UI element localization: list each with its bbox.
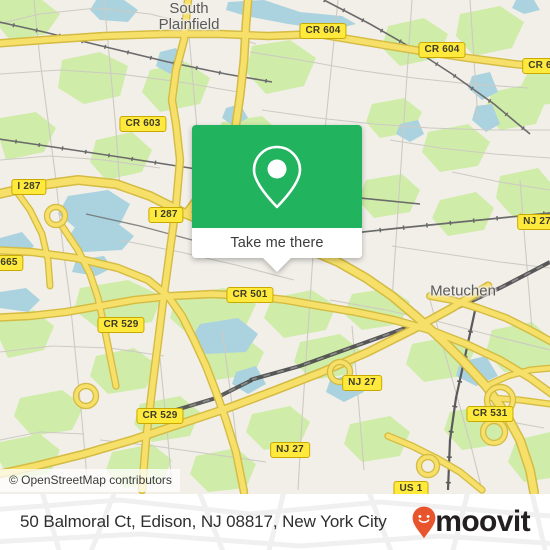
road-shield-cr604-a: CR 604 (299, 23, 347, 39)
openstreetmap-attribution[interactable]: © OpenStreetMap contributors (0, 469, 180, 492)
road-shield-cr529-b: CR 529 (136, 408, 184, 424)
road-shield-us1: US 1 (393, 481, 429, 494)
moovit-wordmark: moovit (435, 505, 530, 538)
address-text: 50 Balmoral Ct, Edison, NJ 08817, New Yo… (20, 512, 387, 531)
road-shield-nj27-edge: NJ 27 (517, 214, 550, 230)
map-canvas[interactable]: South Plainfield Metuchen CR 604 CR 604 … (0, 0, 550, 494)
road-shield-665-edge: 665 (0, 255, 24, 271)
footer-bar: 50 Balmoral Ct, Edison, NJ 08817, New Yo… (0, 494, 550, 550)
callout-action-area[interactable]: Take me there (192, 228, 362, 258)
road-shield-nj27-a: NJ 27 (342, 375, 382, 391)
road-shield-cr604-b: CR 604 (418, 42, 466, 58)
moovit-map-share-card: South Plainfield Metuchen CR 604 CR 604 … (0, 0, 550, 550)
place-label-south-plainfield: South Plainfield (158, 0, 220, 33)
road-shield-cr501: CR 501 (226, 287, 274, 303)
place-label-metuchen: Metuchen (430, 282, 496, 300)
moovit-pin-icon (412, 506, 436, 538)
callout-body: Take me there (192, 125, 362, 258)
callout-pointer-tail (262, 257, 292, 272)
road-shield-cr529-a: CR 529 (97, 317, 145, 333)
road-shield-i287-b: I 287 (148, 207, 184, 223)
road-shield-cr603: CR 603 (119, 116, 167, 132)
footer-content-row: 50 Balmoral Ct, Edison, NJ 08817, New Yo… (0, 494, 550, 550)
road-shield-i287-a: I 287 (11, 179, 47, 195)
moovit-logo[interactable]: moovit (412, 506, 536, 539)
road-shield-cr531: CR 531 (466, 406, 514, 422)
take-me-there-label: Take me there (230, 235, 324, 251)
callout-icon-area (192, 125, 362, 228)
take-me-there-callout[interactable]: Take me there (192, 125, 362, 272)
road-shield-nj27-b: NJ 27 (270, 442, 310, 458)
map-pin-icon (252, 145, 302, 208)
road-shield-cr6-edge: CR 6 (522, 58, 550, 74)
